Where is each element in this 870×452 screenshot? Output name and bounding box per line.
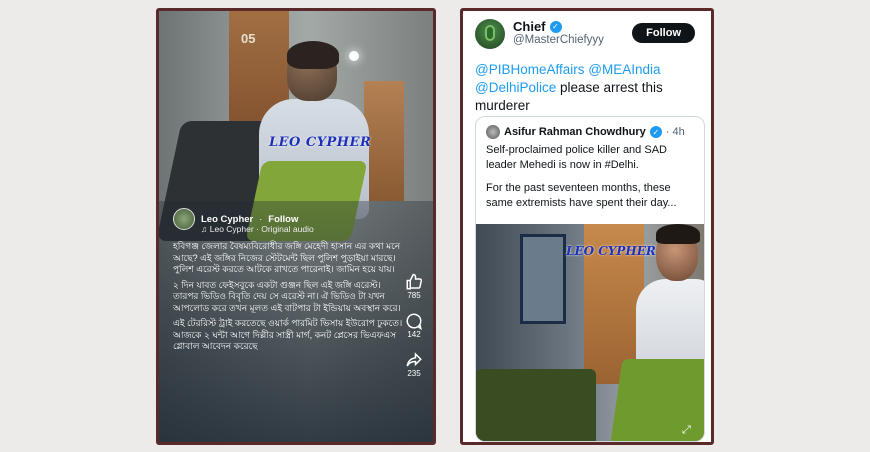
avatar[interactable]: [486, 125, 500, 139]
share-button[interactable]: 235: [405, 351, 423, 388]
mention-link[interactable]: @MEAIndia: [588, 62, 660, 77]
audio-label[interactable]: ♫ Leo Cypher · Original audio: [201, 224, 314, 234]
like-icon: [406, 273, 423, 290]
comment-count: 142: [407, 330, 421, 339]
avatar[interactable]: [173, 208, 195, 230]
comment-icon: [406, 313, 422, 330]
share-icon: [406, 352, 422, 367]
share-count: 235: [407, 369, 421, 378]
caption-paragraph: ২ দিন যাবত ফেইসবুকে একটা গুঞ্জন ছিল এই জ…: [173, 279, 401, 313]
reel-video[interactable]: 05 LEO CYPHER Leo Cypher · Follow ♫ Leo …: [159, 11, 433, 442]
tweet-header: Chief ✓ @MasterChiefyyy: [475, 19, 604, 49]
author-block: Chief ✓ @MasterChiefyyy: [513, 19, 604, 49]
caption-paragraph: হবিগঞ্জ জেলার বৈষম্যবিরোধীর জঙ্গি মেহেদী…: [173, 241, 401, 274]
expand-icon[interactable]: ⤢: [682, 424, 696, 438]
poster-name[interactable]: Leo Cypher: [201, 214, 253, 225]
person-hair: [656, 224, 700, 244]
verified-badge-icon: ✓: [649, 126, 662, 138]
like-button[interactable]: 785: [405, 273, 423, 310]
author-name-row[interactable]: Chief ✓: [513, 19, 604, 34]
watermark: LEO CYPHER: [269, 135, 372, 150]
quote-timestamp[interactable]: · 4h: [666, 126, 685, 138]
tweet-screenshot: Chief ✓ @MasterChiefyyy Follow @PIBHomeA…: [460, 8, 714, 445]
dark-chair: [476, 369, 596, 441]
quote-text: Self-proclaimed police killer and SAD le…: [486, 143, 698, 219]
avatar[interactable]: [475, 19, 505, 49]
quote-paragraph: Self-proclaimed police killer and SAD le…: [486, 144, 667, 171]
reel-caption: হবিগঞ্জ জেলার বৈষম্যবিরোধীর জঙ্গি মেহেদী…: [173, 241, 408, 357]
quote-header: Asifur Rahman Chowdhury ✓ · 4h: [486, 125, 685, 139]
quote-author-name[interactable]: Asifur Rahman Chowdhury: [504, 126, 646, 138]
author-name: Chief: [513, 19, 546, 34]
wall-frame: [520, 234, 566, 324]
person-hair: [287, 41, 339, 69]
quoted-tweet[interactable]: Asifur Rahman Chowdhury ✓ · 4h Self-proc…: [475, 116, 705, 442]
quote-paragraph: For the past seventeen months, these sam…: [486, 182, 677, 209]
like-count: 785: [407, 291, 421, 300]
reel-screenshot: 05 LEO CYPHER Leo Cypher · Follow ♫ Leo …: [156, 8, 436, 445]
verified-badge-icon: ✓: [549, 20, 562, 33]
follow-button[interactable]: Follow: [632, 23, 695, 43]
separator-dot: ·: [259, 214, 263, 224]
comment-button[interactable]: 142: [405, 312, 423, 349]
quote-media[interactable]: LEO CYPHER ⤢: [476, 224, 704, 441]
mention-link[interactable]: @PIBHomeAffairs: [475, 62, 585, 77]
action-rail: 785 142 235: [401, 273, 427, 388]
mention-link[interactable]: @DelhiPolice: [475, 80, 556, 95]
watermark: LEO CYPHER: [566, 244, 656, 258]
author-handle[interactable]: @MasterChiefyyy: [513, 34, 604, 46]
caption-paragraph: এই টেররিস্ট ট্রাই করতেছে ওয়ার্ক পারমিট …: [173, 318, 403, 351]
tweet-text: @PIBHomeAffairs @MEAIndia @DelhiPolice p…: [475, 61, 705, 115]
follow-button[interactable]: Follow: [268, 214, 298, 225]
door-number: 05: [241, 31, 256, 46]
ceiling-light: [349, 51, 359, 61]
